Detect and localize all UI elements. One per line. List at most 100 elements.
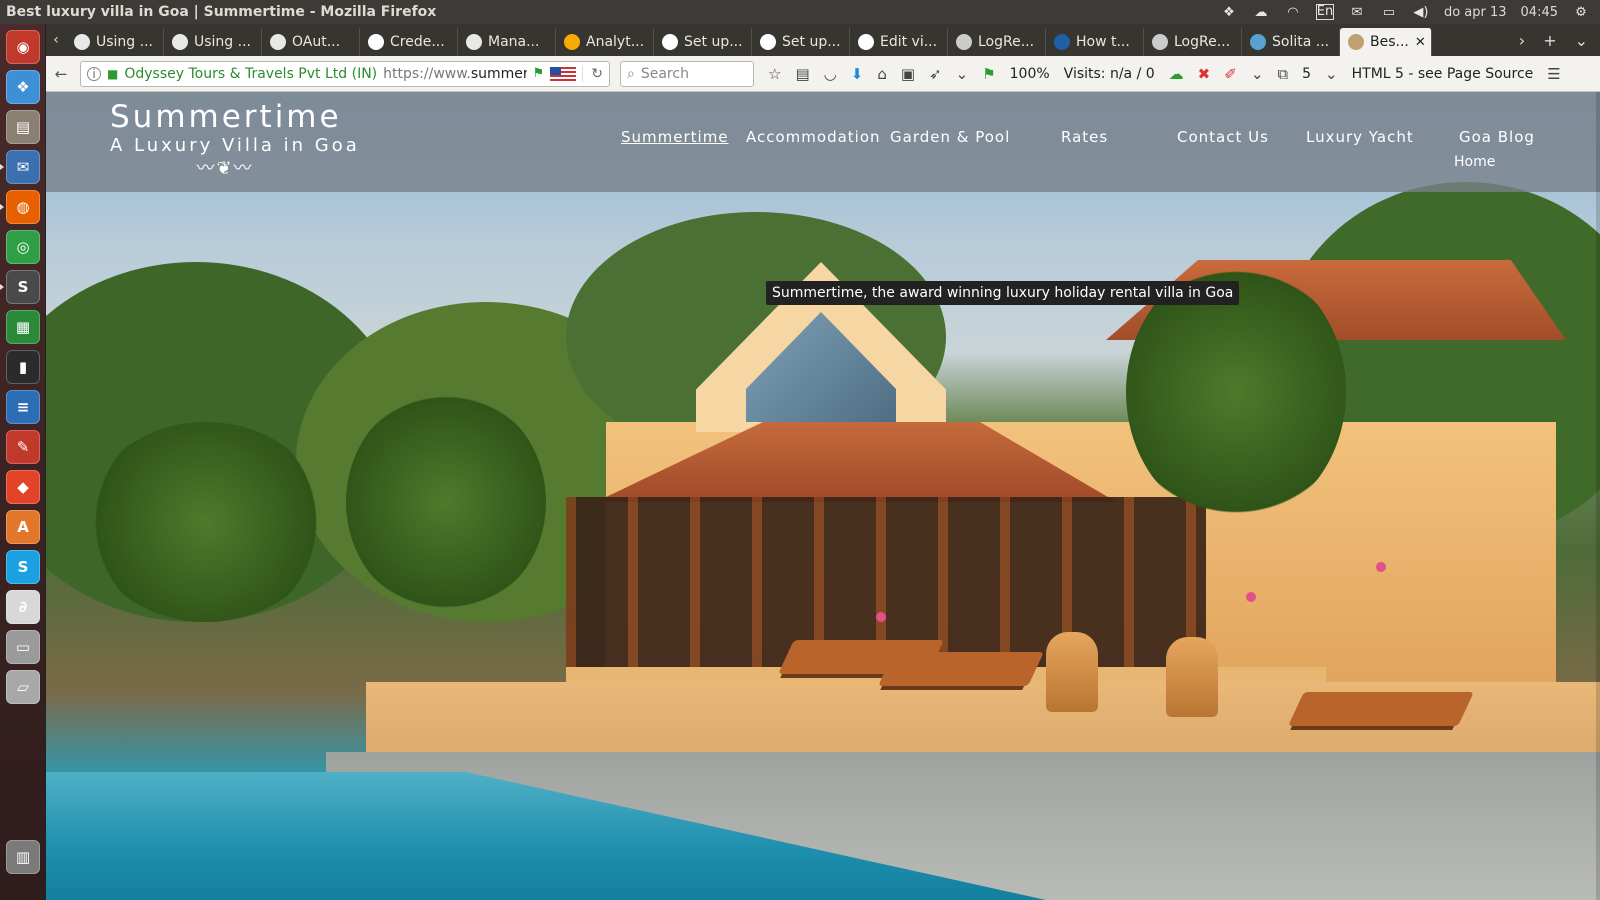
- new-tab-icon[interactable]: +: [1543, 31, 1556, 50]
- reload-icon[interactable]: ↻: [582, 65, 603, 82]
- tab-label: OAut...: [292, 34, 341, 50]
- software-center-icon[interactable]: A: [6, 510, 40, 544]
- lock-icon[interactable]: ■: [107, 67, 118, 81]
- git-icon[interactable]: ◆: [6, 470, 40, 504]
- terminal-icon[interactable]: ▮: [6, 350, 40, 384]
- skype-icon[interactable]: S: [6, 550, 40, 584]
- browser-tab[interactable]: Bes... ✕: [1340, 28, 1432, 56]
- download-icon[interactable]: ⬇: [851, 65, 864, 83]
- nav-link-summertime[interactable]: Summertime: [621, 128, 729, 146]
- sublime-icon[interactable]: S: [6, 270, 40, 304]
- web-page: Summertime A Luxury Villa in Goa 〰❦〰 Sum…: [46, 92, 1600, 900]
- firefox-icon[interactable]: ◍: [6, 190, 40, 224]
- tab-label: LogRe...: [978, 34, 1035, 50]
- browser-tab[interactable]: LogRe...: [948, 28, 1046, 56]
- green-flag-icon[interactable]: ⚑: [533, 66, 545, 81]
- date-display[interactable]: do apr 13: [1444, 5, 1507, 20]
- browser-tab[interactable]: LogRe...: [1144, 28, 1242, 56]
- url-domain: summertin: [470, 65, 527, 82]
- badge-count[interactable]: 5: [1302, 66, 1311, 82]
- tab-scroll-right-icon[interactable]: ›: [1519, 31, 1525, 50]
- broom-dropdown-icon[interactable]: ⌄: [1251, 65, 1264, 83]
- battery-icon[interactable]: ▭: [1380, 4, 1398, 20]
- visits-counter[interactable]: Visits: n/a / 0: [1064, 66, 1155, 82]
- cloud-extension-icon[interactable]: ☁: [1169, 65, 1184, 83]
- drive-icon[interactable]: ▱: [6, 670, 40, 704]
- url-text[interactable]: https://www.summertin: [383, 66, 526, 82]
- home-icon[interactable]: ⌂: [877, 65, 887, 83]
- back-button[interactable]: ←: [46, 61, 76, 87]
- browser-tab[interactable]: Edit vi...: [850, 28, 948, 56]
- nav-link-contact-us[interactable]: Contact Us: [1177, 128, 1269, 146]
- zoom-level[interactable]: 100%: [1010, 66, 1050, 82]
- us-flag-icon[interactable]: [550, 66, 577, 81]
- sun-lounger: [1288, 692, 1474, 726]
- window-title: Best luxury villa in Goa | Summertime - …: [6, 4, 437, 20]
- cloud-sync-icon[interactable]: ☁: [1252, 4, 1270, 20]
- dropbox-icon[interactable]: ❖: [6, 70, 40, 104]
- pdf-icon[interactable]: ∂: [6, 590, 40, 624]
- browser-tab[interactable]: OAut...: [262, 28, 360, 56]
- writer-icon[interactable]: ≡: [6, 390, 40, 424]
- trash-icon[interactable]: ▥: [6, 840, 40, 874]
- reading-list-icon[interactable]: ▤: [795, 65, 809, 83]
- close-tab-icon[interactable]: ✕: [1415, 35, 1431, 50]
- url-prefix: https://www.: [383, 65, 471, 82]
- wicker-chair: [1046, 632, 1098, 712]
- browser-tab[interactable]: Crede...: [360, 28, 458, 56]
- calc-icon[interactable]: ▦: [6, 310, 40, 344]
- home-sub-link[interactable]: Home: [1454, 154, 1495, 170]
- ubuntu-dash-icon[interactable]: ◉: [6, 30, 40, 64]
- wifi-icon[interactable]: ◠: [1284, 4, 1302, 20]
- browser-tab[interactable]: Using ...: [66, 28, 164, 56]
- extension-dropdown-icon[interactable]: ⌄: [956, 65, 969, 83]
- nav-link-accommodation[interactable]: Accommodation: [746, 128, 881, 146]
- bookmark-star-icon[interactable]: ☆: [768, 65, 781, 83]
- pocket-icon[interactable]: ◡: [824, 65, 837, 83]
- screenshot-icon[interactable]: ▣: [901, 65, 915, 83]
- search-placeholder: Search: [640, 65, 689, 82]
- block-icon[interactable]: ✖: [1198, 65, 1211, 83]
- zoom-flag-icon[interactable]: ⚑: [982, 65, 995, 83]
- nav-link-goa-blog[interactable]: Goa Blog: [1459, 128, 1535, 146]
- browser-tab[interactable]: Using ...: [164, 28, 262, 56]
- info-icon[interactable]: i: [87, 66, 101, 81]
- search-input[interactable]: ⌕ Search: [620, 60, 754, 87]
- chrome-icon[interactable]: ◎: [6, 230, 40, 264]
- nav-link-rates[interactable]: Rates: [1061, 128, 1108, 146]
- settings-icon[interactable]: ✎: [6, 430, 40, 464]
- time-display[interactable]: 04:45: [1521, 5, 1558, 20]
- browser-tab[interactable]: Solita ...: [1242, 28, 1340, 56]
- browser-tab[interactable]: How t...: [1046, 28, 1144, 56]
- thunderbird-icon[interactable]: ✉: [6, 150, 40, 184]
- mail-icon[interactable]: ✉: [1348, 4, 1366, 20]
- keyboard-layout-indicator[interactable]: En: [1315, 4, 1334, 20]
- tab-scroll-left-icon[interactable]: ‹: [46, 32, 66, 48]
- window-extension-icon[interactable]: ⧉: [1277, 65, 1288, 83]
- url-bar[interactable]: i ■ Odyssey Tours & Travels Pvt Ltd (IN)…: [80, 60, 610, 87]
- browser-tab-strip: ‹ Using ... Using ... OAut... Crede... Mana.…: [46, 24, 1600, 56]
- site-identity[interactable]: Odyssey Tours & Travels Pvt Ltd (IN): [124, 66, 377, 82]
- dropbox-tray-icon[interactable]: ❖: [1220, 4, 1238, 20]
- system-tray: ❖ ☁ ◠ En ✉ ▭ ◀) do apr 13 04:45 ⚙: [1220, 4, 1600, 20]
- broom-icon[interactable]: ✐: [1224, 65, 1237, 83]
- hamburger-menu-icon[interactable]: ☰: [1547, 65, 1560, 83]
- volume-icon[interactable]: ◀): [1412, 4, 1430, 20]
- nav-link-garden-pool[interactable]: Garden & Pool: [890, 128, 1010, 146]
- page-scrollbar[interactable]: [1596, 92, 1600, 900]
- tab-list-dropdown-icon[interactable]: ⌄: [1575, 31, 1588, 50]
- flower: [1246, 592, 1256, 602]
- nav-link-luxury-yacht[interactable]: Luxury Yacht: [1306, 128, 1414, 146]
- browser-tab[interactable]: Analyt...: [556, 28, 654, 56]
- file-manager-icon[interactable]: ▤: [6, 110, 40, 144]
- google-icon: [368, 34, 384, 50]
- browser-tab[interactable]: Set up...: [752, 28, 850, 56]
- browser-tab[interactable]: Set up...: [654, 28, 752, 56]
- browser-tab[interactable]: Mana...: [458, 28, 556, 56]
- scanner-icon[interactable]: ▭: [6, 630, 40, 664]
- gear-icon[interactable]: ⚙: [1572, 4, 1590, 20]
- badge-dropdown-icon[interactable]: ⌄: [1325, 65, 1338, 83]
- html-validator-status[interactable]: HTML 5 - see Page Source: [1352, 66, 1534, 82]
- rocket-icon[interactable]: ➶: [929, 65, 942, 83]
- summertime-icon: [1348, 34, 1364, 50]
